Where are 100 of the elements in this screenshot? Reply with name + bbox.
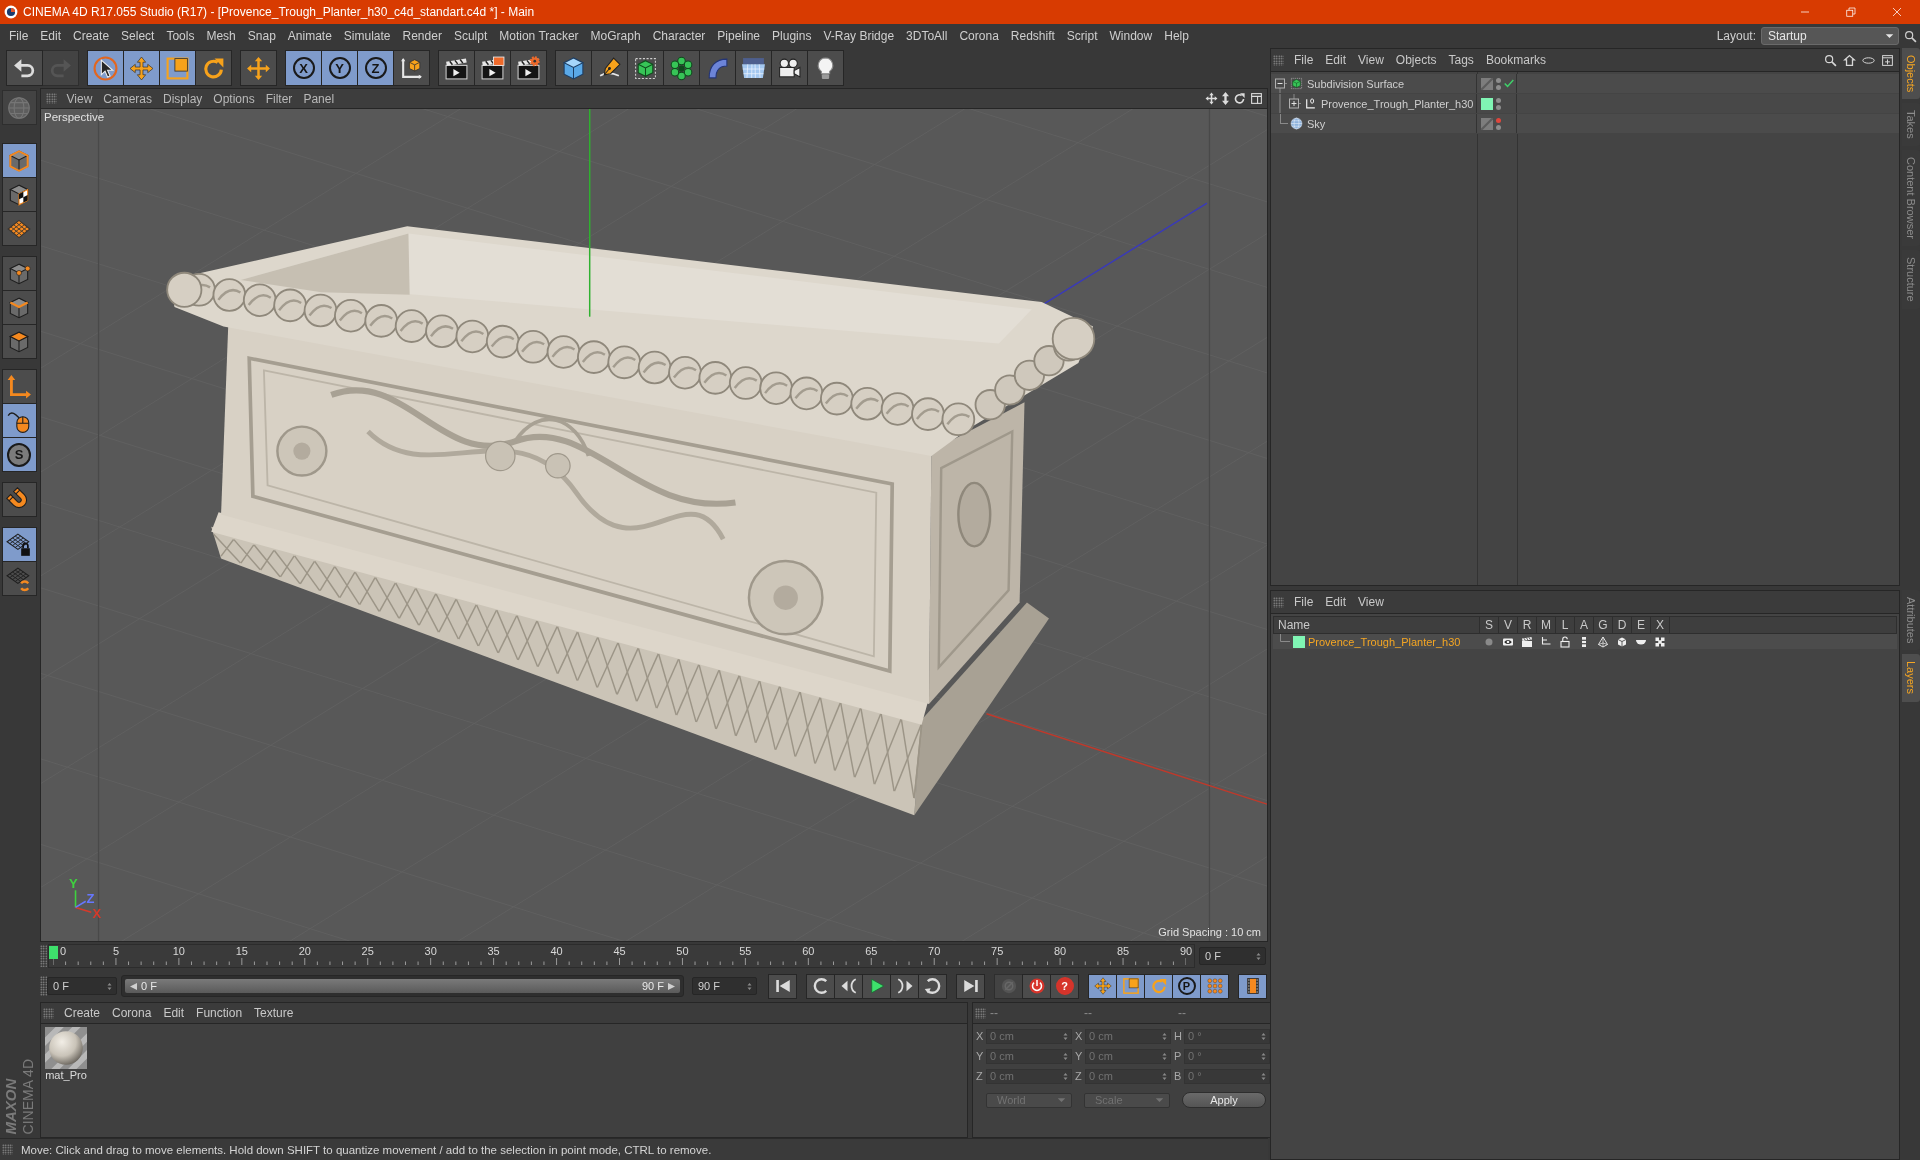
menu-item[interactable]: Create bbox=[58, 1006, 107, 1020]
rotate-tool-button[interactable] bbox=[195, 50, 232, 86]
axis-mode-button[interactable] bbox=[1, 369, 37, 404]
start-frame-field[interactable]: 0 F bbox=[47, 977, 117, 995]
menu-item[interactable]: MoGraph bbox=[584, 29, 647, 43]
grip-handle-icon[interactable] bbox=[1273, 54, 1284, 66]
menu-item[interactable]: Sculpt bbox=[447, 29, 494, 43]
model-mode-button[interactable] bbox=[1, 143, 37, 178]
menu-item[interactable]: View bbox=[61, 91, 98, 106]
menu-item[interactable]: Create bbox=[67, 29, 116, 43]
menu-item[interactable]: Help bbox=[1158, 29, 1195, 43]
light-button[interactable] bbox=[807, 50, 844, 86]
viewport-canvas[interactable]: Perspective Grid Spacing : 10 cm Y Z X bbox=[41, 109, 1267, 941]
key-point-level-button[interactable] bbox=[1200, 973, 1229, 999]
status-dot-icon[interactable] bbox=[1496, 97, 1501, 103]
next-frame-button[interactable] bbox=[890, 973, 919, 999]
hierarchy-icon[interactable] bbox=[1539, 635, 1552, 648]
cube-button[interactable] bbox=[555, 50, 592, 86]
column-header[interactable]: V bbox=[1499, 617, 1518, 633]
spinner-arrows-icon[interactable] bbox=[107, 981, 112, 991]
search-icon[interactable] bbox=[1904, 29, 1917, 43]
render-to-picture-viewer-button[interactable] bbox=[474, 50, 511, 86]
texture-mode-button[interactable] bbox=[1, 177, 37, 212]
grip-handle-icon[interactable] bbox=[43, 1007, 54, 1019]
status-dot-icon[interactable] bbox=[1496, 84, 1501, 90]
menu-item[interactable]: Character bbox=[646, 29, 712, 43]
move-arrows-icon[interactable] bbox=[1205, 92, 1218, 105]
layer-row[interactable]: Provence_Trough_Planter_h30 bbox=[1273, 634, 1897, 649]
previous-key-button[interactable] bbox=[806, 973, 835, 999]
workplane-mode-button[interactable] bbox=[1, 211, 37, 246]
end-frame-field[interactable]: 90 F bbox=[692, 977, 757, 995]
column-header[interactable]: G bbox=[1594, 617, 1613, 633]
menu-item[interactable]: Panel bbox=[297, 91, 340, 106]
side-tab[interactable]: Layers bbox=[1902, 654, 1920, 702]
menu-item[interactable]: View bbox=[1352, 595, 1390, 609]
menu-item[interactable]: File bbox=[3, 29, 35, 43]
magnet-button[interactable] bbox=[1, 482, 37, 517]
polygons-mode-button[interactable] bbox=[1, 324, 37, 359]
timeline-ruler[interactable]: 0 5 10 15 20 25 30 35 40 45 50 55 60 65 70 75 80 85 90 bbox=[48, 944, 1195, 968]
edges-mode-button[interactable] bbox=[1, 290, 37, 325]
vertical-arrows-icon[interactable] bbox=[1222, 92, 1229, 105]
timeline-button[interactable] bbox=[1238, 973, 1267, 999]
material-item[interactable]: mat_Pro bbox=[44, 1027, 88, 1083]
menu-item[interactable]: Edit bbox=[157, 1006, 191, 1020]
column-header[interactable]: M bbox=[1537, 617, 1556, 633]
cloner-button[interactable] bbox=[663, 50, 700, 86]
column-header[interactable]: D bbox=[1613, 617, 1632, 633]
grip-handle-icon[interactable] bbox=[2, 1144, 13, 1155]
menu-item[interactable]: Cameras bbox=[97, 91, 158, 106]
menu-item[interactable]: Snap bbox=[241, 29, 282, 43]
column-header[interactable]: Name bbox=[1274, 617, 1480, 633]
object-row[interactable]: Subdivision Surface bbox=[1271, 74, 1899, 94]
menu-item[interactable]: 3DToAll bbox=[900, 29, 954, 43]
coordinate-system-button[interactable] bbox=[393, 50, 430, 86]
go-to-start-button[interactable] bbox=[768, 973, 797, 999]
spinner-arrows-icon[interactable] bbox=[1256, 951, 1261, 961]
current-frame-field[interactable]: 0 F bbox=[1199, 947, 1266, 965]
transform-tool-button[interactable] bbox=[240, 50, 277, 86]
search-icon[interactable] bbox=[1824, 53, 1837, 67]
key-rotation-button[interactable] bbox=[1144, 973, 1173, 999]
menu-item[interactable]: File bbox=[1288, 53, 1320, 67]
menu-item[interactable]: Animate bbox=[281, 29, 338, 43]
check-icon[interactable] bbox=[1504, 79, 1514, 88]
menu-item[interactable]: Objects bbox=[1389, 53, 1443, 67]
autokeying-button[interactable] bbox=[1022, 973, 1051, 999]
menu-item[interactable]: Pipeline bbox=[711, 29, 767, 43]
rotate-arrow-icon[interactable] bbox=[1233, 92, 1246, 105]
points-mode-button[interactable] bbox=[1, 256, 37, 291]
snap-button[interactable]: S bbox=[1, 437, 37, 472]
play-button[interactable] bbox=[862, 973, 891, 999]
planar-workplane-button[interactable] bbox=[1, 561, 37, 596]
layer-color-swatch[interactable] bbox=[1481, 97, 1493, 110]
status-dot-icon[interactable] bbox=[1496, 124, 1501, 130]
menu-item[interactable]: Window bbox=[1103, 29, 1159, 43]
grip-handle-icon[interactable] bbox=[40, 945, 47, 967]
status-dot-icon[interactable] bbox=[1496, 117, 1501, 123]
clapperboard-icon[interactable] bbox=[1520, 635, 1533, 648]
menu-item[interactable]: Display bbox=[157, 91, 208, 106]
playhead-marker[interactable] bbox=[49, 946, 58, 959]
side-tab[interactable]: Objects bbox=[1902, 48, 1920, 100]
layout-dropdown[interactable]: Startup bbox=[1761, 27, 1899, 45]
menu-item[interactable]: Plugins bbox=[766, 29, 818, 43]
keyframe-selection-button[interactable]: ? bbox=[1050, 973, 1079, 999]
column-header[interactable]: E bbox=[1632, 617, 1651, 633]
pen-button[interactable] bbox=[591, 50, 628, 86]
cube-icon[interactable] bbox=[1615, 635, 1628, 648]
menu-item[interactable]: Function bbox=[190, 1006, 249, 1020]
key-scale-button[interactable] bbox=[1116, 973, 1145, 999]
grip-handle-icon[interactable] bbox=[975, 1007, 986, 1019]
menu-item[interactable]: Tools bbox=[160, 29, 201, 43]
render-view-button[interactable] bbox=[438, 50, 475, 86]
scale-tool-button[interactable] bbox=[159, 50, 196, 86]
environment-button[interactable] bbox=[735, 50, 772, 86]
column-header[interactable]: A bbox=[1575, 617, 1594, 633]
locked-workplane-button[interactable] bbox=[1, 527, 37, 562]
menu-item[interactable]: Mesh bbox=[200, 29, 242, 43]
key-position-button[interactable] bbox=[1088, 973, 1117, 999]
padlock-icon[interactable] bbox=[1558, 635, 1571, 648]
menu-item[interactable]: Filter bbox=[260, 91, 298, 106]
maximize-icon[interactable] bbox=[1250, 92, 1263, 105]
